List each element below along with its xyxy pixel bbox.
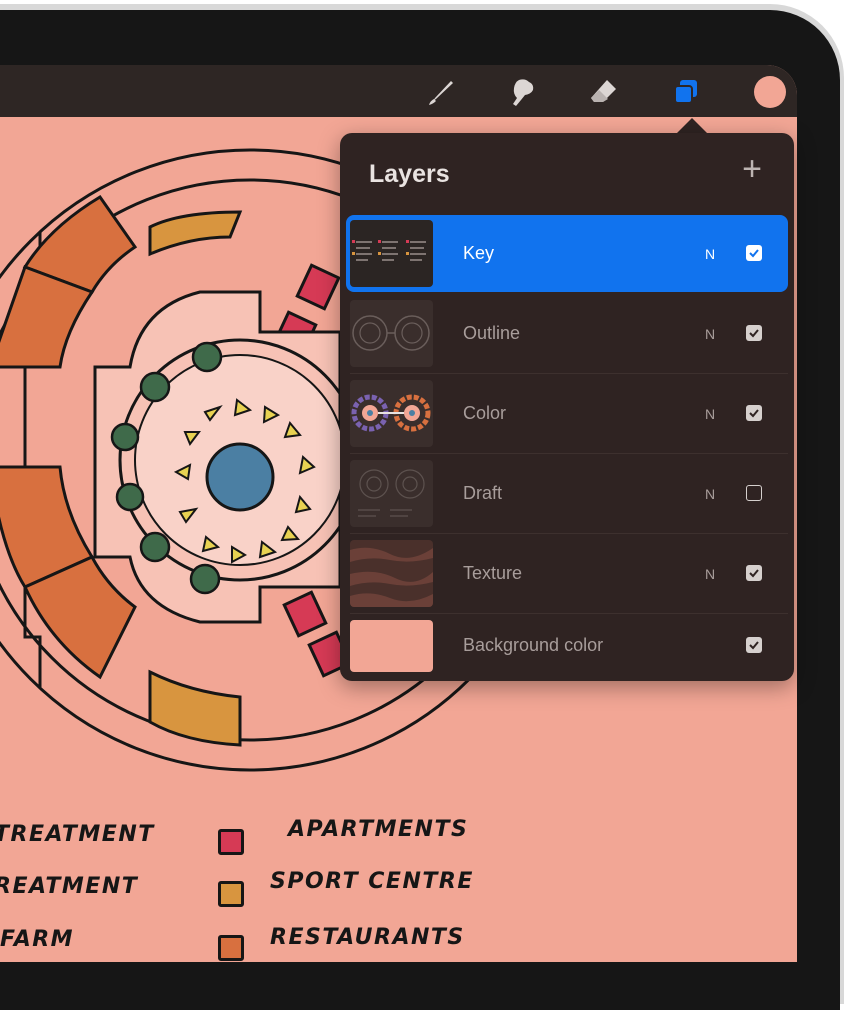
legend-swatch-restaurants — [218, 935, 244, 961]
layers-tool-button[interactable] — [669, 75, 703, 109]
visibility-checkbox-key[interactable] — [746, 245, 762, 261]
blend-mode-color[interactable]: N — [705, 406, 715, 422]
smudge-tool-button[interactable] — [506, 75, 540, 109]
eraser-icon — [591, 80, 616, 102]
color-picker-button[interactable] — [753, 75, 787, 109]
visibility-checkbox-outline[interactable] — [746, 325, 762, 341]
layer-name-color: Color — [463, 403, 507, 423]
current-color-swatch — [754, 76, 786, 108]
add-layer-button[interactable]: + — [738, 152, 766, 186]
blend-mode-key[interactable]: N — [705, 246, 715, 262]
layer-name-background-color: Background color — [463, 635, 604, 655]
layer-thumbnail-outline — [350, 300, 433, 367]
legend-label-restaurants: RESTAURANTS — [270, 925, 465, 950]
blend-mode-outline[interactable]: N — [705, 326, 715, 342]
eraser-tool-button[interactable] — [587, 75, 621, 109]
layer-divider — [350, 533, 788, 534]
legend-label-sport-centre: SPORT CENTRE — [270, 869, 474, 894]
legend-swatch-sport-centre — [218, 881, 244, 907]
layer-row-draft[interactable]: Draft N — [346, 455, 788, 532]
legend-swatch-apartments — [218, 829, 244, 855]
layer-thumbnail-color — [350, 380, 433, 447]
layer-name-outline: Outline — [463, 323, 521, 343]
layer-row-key[interactable]: Key N — [346, 215, 788, 292]
brush-tool-button[interactable] — [424, 75, 458, 109]
checkmark-icon — [749, 409, 759, 418]
layer-row-texture[interactable]: Texture N — [346, 535, 788, 612]
blend-mode-draft[interactable]: N — [705, 486, 715, 502]
layer-row-background-color[interactable]: Background color — [346, 615, 788, 677]
layers-panel: Layers + Key N Outline N Color N Draft N… — [340, 133, 794, 681]
legend-label-left-3: FARM — [0, 927, 75, 952]
top-toolbar — [0, 65, 797, 117]
blend-mode-texture[interactable]: N — [705, 566, 715, 582]
legend-label-left-2: REATMENT — [0, 874, 139, 899]
layer-divider — [350, 453, 788, 454]
layers-panel-title: Layers — [369, 160, 450, 188]
legend-label-apartments: APARTMENTS — [288, 817, 469, 842]
visibility-checkbox-draft[interactable] — [746, 485, 762, 501]
layer-row-color[interactable]: Color N — [346, 375, 788, 452]
layer-divider — [350, 373, 788, 374]
layer-name-draft: Draft — [463, 483, 503, 503]
layer-thumbnail-draft — [350, 460, 433, 527]
layer-name-key: Key — [463, 243, 495, 263]
checkmark-icon — [749, 641, 759, 650]
layers-panel-caret — [676, 118, 708, 134]
layer-thumbnail-key — [350, 220, 433, 287]
smudge-icon — [513, 79, 534, 106]
layer-divider — [350, 613, 788, 614]
layer-thumbnail-background-color — [350, 620, 433, 672]
visibility-checkbox-color[interactable] — [746, 405, 762, 421]
checkmark-icon — [749, 249, 759, 258]
layer-row-outline[interactable]: Outline N — [346, 295, 788, 372]
layer-thumbnail-texture — [350, 540, 433, 607]
legend-label-left-1: TREATMENT — [0, 822, 155, 847]
layer-name-texture: Texture — [463, 563, 523, 583]
layers-icon — [674, 80, 697, 104]
visibility-checkbox-texture[interactable] — [746, 565, 762, 581]
checkmark-icon — [749, 329, 759, 338]
brush-icon — [429, 81, 453, 105]
visibility-checkbox-background-color[interactable] — [746, 637, 762, 653]
checkmark-icon — [749, 569, 759, 578]
